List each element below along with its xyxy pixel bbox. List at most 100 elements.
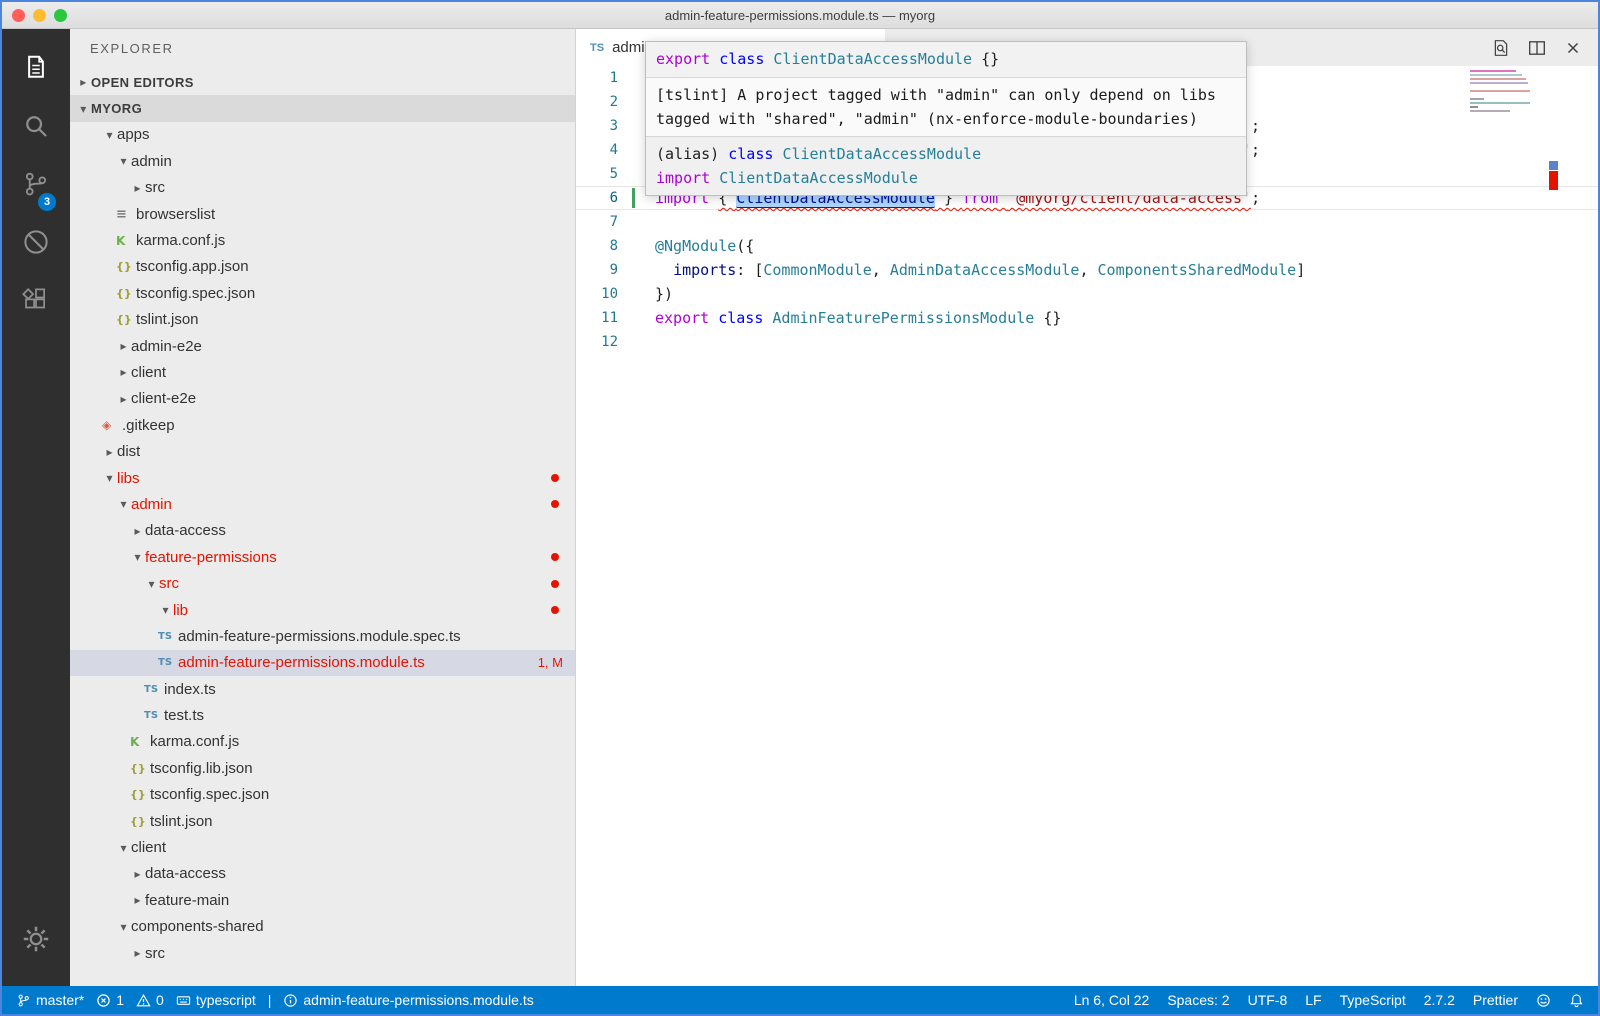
tree-item-label: .gitkeep [122,417,175,434]
code-line-9[interactable]: 9 imports: [CommonModule, AdminDataAcces… [576,258,1598,282]
tree-item-karma-conf-js[interactable]: Kkarma.conf.js [70,729,575,755]
status-language-mode[interactable]: TypeScript [1340,992,1406,1008]
tree-item-admin[interactable]: ▾admin [70,148,575,174]
code-line-8[interactable]: 8@NgModule({ [576,234,1598,258]
chevron-right-icon: ▸ [116,365,131,379]
tree-item-src[interactable]: ▸src [70,940,575,966]
tree-item-admin[interactable]: ▾admin [70,491,575,517]
status-ts-version[interactable]: 2.7.2 [1424,992,1455,1008]
chevron-down-icon: ▾ [76,102,91,116]
status-encoding[interactable]: UTF-8 [1248,992,1288,1008]
line-number: 8 [576,234,618,258]
tree-item-lib[interactable]: ▾lib [70,597,575,623]
status-errors[interactable]: 1 [96,992,124,1008]
code-line-7[interactable]: 7 [576,210,1598,234]
tree-item-tsconfig-lib-json[interactable]: {}tsconfig.lib.json [70,755,575,781]
tree-item-index-ts[interactable]: TSindex.ts [70,676,575,702]
tree-item-data-access[interactable]: ▸data-access [70,518,575,544]
code-line-10[interactable]: 10}) [576,282,1598,306]
activity-source-control[interactable]: 3 [2,155,70,213]
activity-explorer[interactable] [2,39,70,97]
tree-item-browserslist[interactable]: ≡browserslist [70,201,575,227]
status-feedback[interactable] [1536,993,1551,1008]
error-dot [551,500,559,508]
status-eol[interactable]: LF [1305,992,1321,1008]
tree-item-karma-conf-js[interactable]: Kkarma.conf.js [70,227,575,253]
tree-item-tslint-json[interactable]: {}tslint.json [70,307,575,333]
tree-item-open-editors[interactable]: ▸OPEN EDITORS [70,69,575,95]
json-file-icon: {} [116,287,136,300]
status-indentation[interactable]: Spaces: 2 [1167,992,1229,1008]
tree-item-feature-permissions[interactable]: ▾feature-permissions [70,544,575,570]
line-number: 4 [576,138,618,162]
activity-extensions[interactable] [2,271,70,329]
tree-item-admin-feature-permissions-module-ts[interactable]: TSadmin-feature-permissions.module.ts1, … [70,650,575,676]
minimap-line [1470,94,1542,97]
tree-item-label: OPEN EDITORS [91,75,194,90]
code-line-12[interactable]: 12 [576,330,1598,354]
tree-item-src[interactable]: ▾src [70,570,575,596]
tree-item-dist[interactable]: ▸dist [70,438,575,464]
line-content: imports: [CommonModule, AdminDataAccessM… [655,258,1305,282]
code-token: imports [673,261,736,279]
tree-item-admin-e2e[interactable]: ▸admin-e2e [70,333,575,359]
tree-item-admin-feature-permissions-module-spec-ts[interactable]: TSadmin-feature-permissions.module.spec.… [70,623,575,649]
activity-search[interactable] [2,97,70,155]
tree-item-label: tsconfig.lib.json [150,760,253,777]
activity-debug[interactable] [2,213,70,271]
tree-item-test-ts[interactable]: TStest.ts [70,702,575,728]
status-indentation-label: Spaces: 2 [1167,992,1229,1008]
status-tslint-status[interactable]: typescript [176,992,256,1008]
split-editor-icon[interactable] [1528,39,1546,57]
tree-item-src[interactable]: ▸src [70,175,575,201]
tree-item-tslint-json[interactable]: {}tslint.json [70,808,575,834]
tree-item-tsconfig-app-json[interactable]: {}tsconfig.app.json [70,254,575,280]
file-tree: ▸OPEN EDITORS▾MYORG▾apps▾admin▸src≡brows… [70,69,575,966]
activity-settings[interactable] [2,910,70,968]
chevron-down-icon: ▾ [158,603,173,617]
code-line-11[interactable]: 11export class AdminFeaturePermissionsMo… [576,306,1598,330]
tree-item-data-access[interactable]: ▸data-access [70,861,575,887]
tree-item-client[interactable]: ▾client [70,834,575,860]
status-active-file-problems-label: admin-feature-permissions.module.ts [303,992,533,1008]
tree-item-client-e2e[interactable]: ▸client-e2e [70,386,575,412]
git-status-badge: 1, M [538,655,563,670]
zoom-window-button[interactable] [54,9,67,22]
code-token: class [719,50,764,68]
tree-item-label: tsconfig.app.json [136,258,249,275]
code-token: ClientDataAccessModule [782,145,981,163]
overview-mark-error [1549,171,1558,190]
tree-item-client[interactable]: ▸client [70,359,575,385]
tree-item-gitkeep[interactable]: ◈.gitkeep [70,412,575,438]
tree-item-label: apps [117,126,150,143]
tree-item-libs[interactable]: ▾libs [70,465,575,491]
tree-item-label: tslint.json [150,813,213,830]
code-token: ; [1251,189,1260,207]
tree-item-label: feature-permissions [145,549,277,566]
code-editor[interactable]: 123;4';56import { ClientDataAccessModule… [576,66,1598,986]
tree-item-tsconfig-spec-json[interactable]: {}tsconfig.spec.json [70,280,575,306]
code-token: {} [972,50,999,68]
status-git-branch[interactable]: master* [16,992,84,1008]
tree-item-tsconfig-spec-json[interactable]: {}tsconfig.spec.json [70,782,575,808]
tree-item-myorg[interactable]: ▾MYORG [70,95,575,121]
find-icon[interactable] [1492,39,1510,57]
sidebar-title: EXPLORER [70,29,575,69]
status-cursor-position[interactable]: Ln 6, Col 22 [1074,992,1150,1008]
tree-item-apps[interactable]: ▾apps [70,122,575,148]
chevron-down-icon: ▾ [102,471,117,485]
minimap[interactable] [1470,70,1542,118]
tree-item-feature-main[interactable]: ▸feature-main [70,887,575,913]
status-formatter[interactable]: Prettier [1473,992,1518,1008]
close-window-button[interactable] [12,9,25,22]
minimap-line [1470,78,1542,81]
status-active-file-problems[interactable]: admin-feature-permissions.module.ts [283,992,533,1008]
code-token: export [656,50,710,68]
status-warnings[interactable]: 0 [136,992,164,1008]
status-notifications[interactable] [1569,993,1584,1008]
close-icon[interactable] [1564,39,1582,57]
code-token: ClientDataAccessModule [719,169,918,187]
tree-item-components-shared[interactable]: ▾components-shared [70,914,575,940]
status-cursor-position-label: Ln 6, Col 22 [1074,992,1150,1008]
minimize-window-button[interactable] [33,9,46,22]
